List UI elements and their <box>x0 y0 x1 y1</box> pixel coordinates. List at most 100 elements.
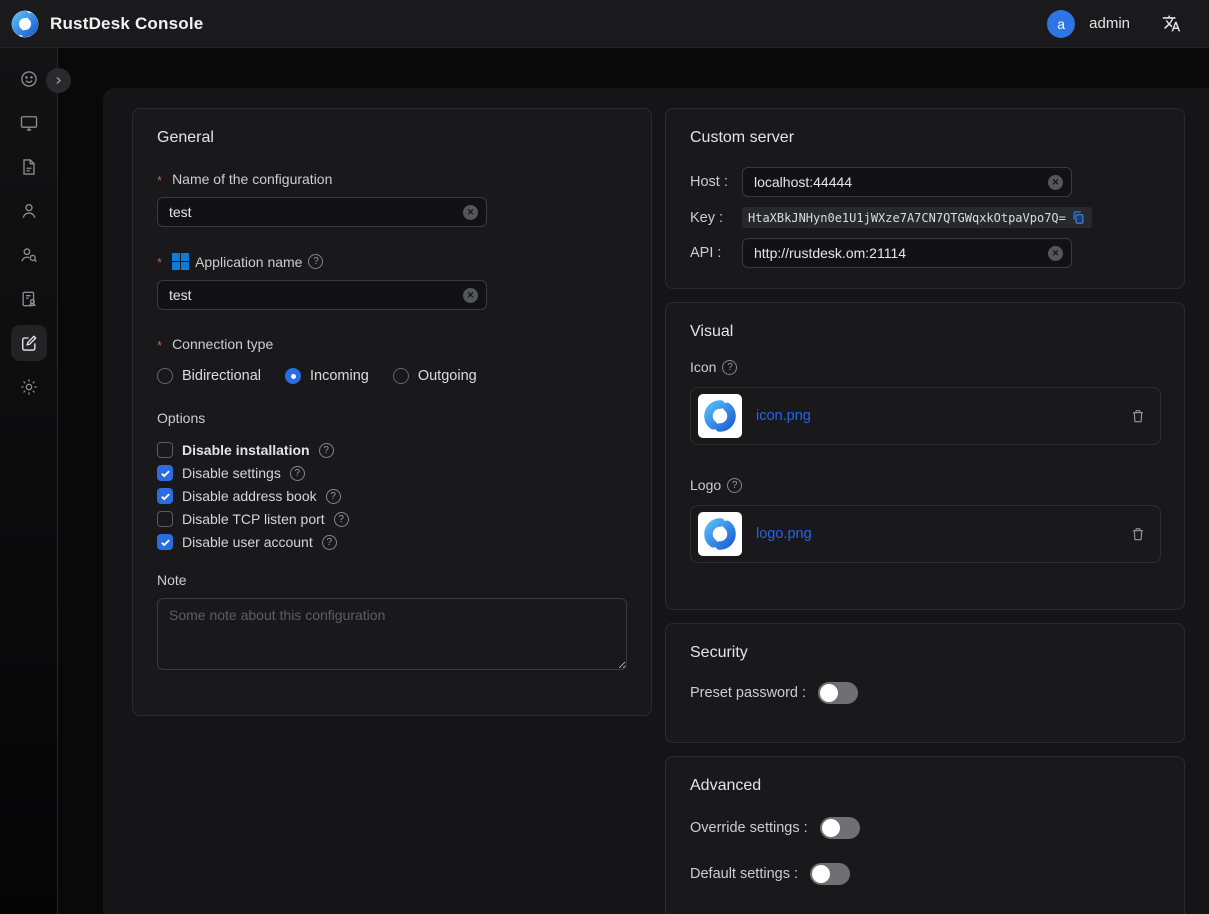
brand: RustDesk Console <box>10 9 203 39</box>
radio-outgoing[interactable]: Outgoing <box>393 368 477 384</box>
check-icon <box>160 491 171 502</box>
app-name-input[interactable]: ✕ <box>157 280 487 310</box>
smiley-icon <box>19 69 39 89</box>
clear-icon[interactable]: ✕ <box>1048 246 1063 261</box>
visual-title: Visual <box>690 323 1160 341</box>
help-icon[interactable]: ? <box>319 443 334 458</box>
clear-icon[interactable]: ✕ <box>463 205 478 220</box>
help-icon[interactable]: ? <box>722 360 737 375</box>
sidebar-item-devices[interactable] <box>11 105 47 141</box>
rustdesk-logo-icon <box>702 398 738 434</box>
default-settings-label: Default settings : <box>690 866 798 882</box>
rustdesk-logo-icon <box>702 516 738 552</box>
delete-icon[interactable] <box>1130 526 1146 542</box>
sidebar <box>0 48 58 914</box>
checkbox-box-checked[interactable] <box>157 465 173 481</box>
translate-icon[interactable] <box>1162 14 1181 33</box>
config-name-input[interactable]: ✕ <box>157 197 487 227</box>
logo-thumbnail <box>698 512 742 556</box>
content-panel: General Name of the configuration ✕ Ap <box>103 88 1209 914</box>
visual-card: Visual Icon ? icon.png <box>665 302 1185 610</box>
note-textarea[interactable] <box>157 598 627 670</box>
preset-password-toggle[interactable] <box>818 682 858 704</box>
top-bar: RustDesk Console a admin <box>0 0 1209 48</box>
app-name-field[interactable] <box>169 287 456 303</box>
api-field[interactable] <box>754 245 1041 261</box>
monitor-icon <box>19 113 39 133</box>
advanced-title: Advanced <box>690 777 1160 795</box>
trash-icon <box>1130 526 1146 542</box>
user-search-icon <box>19 245 39 265</box>
document-icon <box>19 157 39 177</box>
api-label: API : <box>690 245 742 261</box>
checkbox-box[interactable] <box>157 511 173 527</box>
connection-type-group: Bidirectional Incoming Outgoing <box>157 368 627 384</box>
key-chip: HtaXBkJNHyn0e1U1jWXze7A7CN7QTGWqxkOtpaVp… <box>742 207 1092 228</box>
logo-label: Logo ? <box>690 477 1160 493</box>
app-name-label: Application name ? <box>157 253 627 270</box>
sidebar-item-logs[interactable] <box>11 281 47 317</box>
sidebar-collapse-button[interactable] <box>46 68 71 93</box>
connection-type-label: Connection type <box>157 336 627 352</box>
radio-bidirectional[interactable]: Bidirectional <box>157 368 261 384</box>
checkbox-disable-tcp-listen-port[interactable]: Disable TCP listen port ? <box>157 511 627 527</box>
sidebar-item-settings[interactable] <box>11 369 47 405</box>
custom-server-title: Custom server <box>690 129 1160 147</box>
check-icon <box>160 537 171 548</box>
app-title: RustDesk Console <box>50 14 203 34</box>
api-input[interactable]: ✕ <box>742 238 1072 268</box>
key-value: HtaXBkJNHyn0e1U1jWXze7A7CN7QTGWqxkOtpaVp… <box>748 211 1066 225</box>
sidebar-item-audit[interactable] <box>11 149 47 185</box>
checkbox-box-checked[interactable] <box>157 534 173 550</box>
rustdesk-logo-icon <box>10 9 40 39</box>
general-card: General Name of the configuration ✕ Ap <box>132 108 652 716</box>
clear-icon[interactable]: ✕ <box>463 288 478 303</box>
checkbox-disable-user-account[interactable]: Disable user account ? <box>157 534 627 550</box>
override-settings-toggle[interactable] <box>820 817 860 839</box>
config-name-label: Name of the configuration <box>157 171 627 187</box>
custom-server-card: Custom server Host : ✕ Key : HtaXBkJNHyn… <box>665 108 1185 289</box>
default-settings-toggle[interactable] <box>810 863 850 885</box>
delete-icon[interactable] <box>1130 408 1146 424</box>
sidebar-item-users[interactable] <box>11 193 47 229</box>
key-label: Key : <box>690 210 742 226</box>
help-icon[interactable]: ? <box>326 489 341 504</box>
checkbox-disable-installation[interactable]: Disable installation ? <box>157 442 627 458</box>
sidebar-item-groups[interactable] <box>11 237 47 273</box>
radio-dot-checked[interactable] <box>285 368 301 384</box>
username[interactable]: admin <box>1089 15 1130 32</box>
radio-incoming[interactable]: Incoming <box>285 368 369 384</box>
checkbox-disable-settings[interactable]: Disable settings ? <box>157 465 627 481</box>
help-icon[interactable]: ? <box>322 535 337 550</box>
windows-icon <box>172 253 189 270</box>
user-icon <box>19 201 39 221</box>
clear-icon[interactable]: ✕ <box>1048 175 1063 190</box>
help-icon[interactable]: ? <box>727 478 742 493</box>
radio-dot[interactable] <box>393 368 409 384</box>
checkbox-box-checked[interactable] <box>157 488 173 504</box>
radio-dot[interactable] <box>157 368 173 384</box>
options-label: Options <box>157 410 627 426</box>
config-name-field[interactable] <box>169 204 456 220</box>
gear-icon <box>19 377 39 397</box>
main-area: General Name of the configuration ✕ Ap <box>58 48 1209 914</box>
checkbox-disable-address-book[interactable]: Disable address book ? <box>157 488 627 504</box>
icon-file-link[interactable]: icon.png <box>756 408 811 424</box>
logo-file-link[interactable]: logo.png <box>756 526 812 542</box>
sidebar-item-custom-clients[interactable] <box>11 325 47 361</box>
trash-icon <box>1130 408 1146 424</box>
sidebar-item-welcome[interactable] <box>11 61 47 97</box>
host-field[interactable] <box>754 174 1041 190</box>
host-input[interactable]: ✕ <box>742 167 1072 197</box>
checkbox-box[interactable] <box>157 442 173 458</box>
preset-password-label: Preset password : <box>690 685 806 701</box>
help-icon[interactable]: ? <box>308 254 323 269</box>
user-avatar[interactable]: a <box>1047 10 1075 38</box>
copy-icon[interactable] <box>1071 210 1086 225</box>
help-icon[interactable]: ? <box>334 512 349 527</box>
general-title: General <box>157 129 627 147</box>
override-settings-label: Override settings : <box>690 820 808 836</box>
note-label: Note <box>157 572 627 588</box>
help-icon[interactable]: ? <box>290 466 305 481</box>
host-label: Host : <box>690 174 742 190</box>
